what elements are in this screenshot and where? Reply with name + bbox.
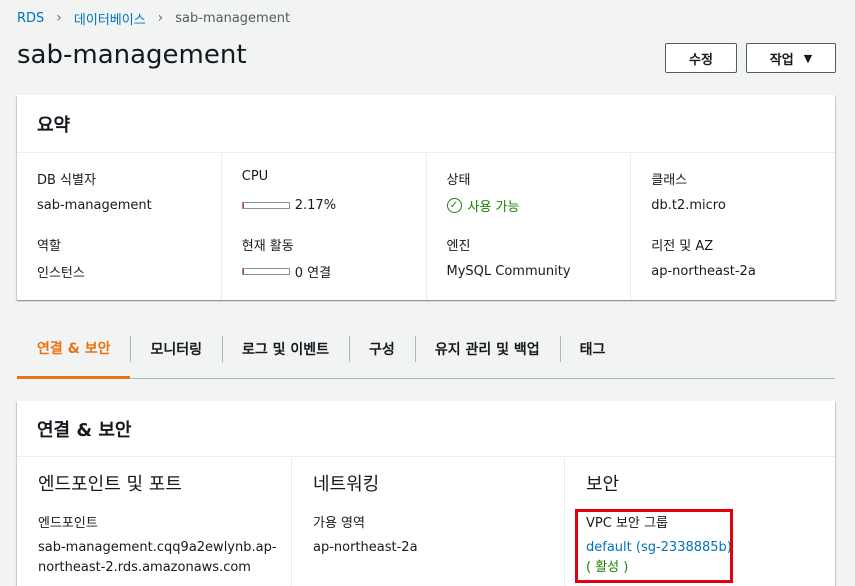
activity-bar <box>241 267 290 275</box>
status-value: ✓ 사용 가능 <box>446 195 631 215</box>
highlight-box <box>575 509 733 583</box>
role-label: 역할 <box>37 239 61 254</box>
security-section-title: 보안 <box>586 474 620 495</box>
caret-down-icon: ▼ <box>803 51 813 65</box>
activity-value-text: 0 연결 <box>294 265 332 281</box>
summary-panel: 요약 DB 식별자 sab-management 역할 인스턴스 CPU 2.1… <box>17 95 835 300</box>
activity-value: 0 연결 <box>241 261 426 281</box>
summary-col-2: CPU 2.17% 현재 활동 0 연결 <box>220 154 426 300</box>
summary-col-4: 클래스 db.t2.micro 리전 및 AZ ap-northeast-2a <box>630 154 835 300</box>
status-value-text: 사용 가능 <box>467 199 520 215</box>
db-id-value: sab-management <box>37 197 152 213</box>
tab-monitoring[interactable]: 모니터링 <box>130 320 222 378</box>
page-title: sab-management <box>17 40 247 70</box>
endpoint-value: sab-management.cqq9a2ewlynb.ap-northeast… <box>38 540 277 575</box>
actions-button-label: 작업 <box>769 52 794 68</box>
region-value: ap-northeast-2a <box>651 263 756 279</box>
region-label: 리전 및 AZ <box>651 239 714 254</box>
class-value: db.t2.micro <box>651 197 726 213</box>
tab-logs-events[interactable]: 로그 및 이벤트 <box>222 320 349 378</box>
tab-configuration[interactable]: 구성 <box>349 320 415 378</box>
activity-fill <box>242 268 244 274</box>
endpoint-label: 엔드포인트 <box>38 516 98 531</box>
edit-button[interactable]: 수정 <box>665 43 737 73</box>
network-section-title: 네트워킹 <box>313 474 380 495</box>
tab-connectivity-security[interactable]: 연결 & 보안 <box>17 320 131 379</box>
cpu-usage-bar <box>241 201 290 209</box>
activity-label: 현재 활동 <box>241 239 294 254</box>
db-id-label: DB 식별자 <box>37 173 96 188</box>
breadcrumb-current: sab-management <box>175 10 291 26</box>
edit-button-label: 수정 <box>689 52 713 68</box>
status-label: 상태 <box>446 173 471 188</box>
network-column: 네트워킹 가용 영역 ap-northeast-2a <box>291 458 564 586</box>
breadcrumb-rds[interactable]: RDS <box>17 11 44 26</box>
class-label: 클래스 <box>651 173 688 188</box>
check-circle-icon: ✓ <box>446 197 462 213</box>
engine-value: MySQL Community <box>446 263 571 279</box>
tab-maintenance-backup[interactable]: 유지 관리 및 백업 <box>414 320 560 378</box>
endpoint-section-title: 엔드포인트 및 포트 <box>38 474 182 495</box>
detail-tabs: 연결 & 보안 모니터링 로그 및 이벤트 구성 유지 관리 및 백업 태그 <box>17 320 835 379</box>
cpu-value-text: 2.17% <box>294 197 337 213</box>
breadcrumb: RDS › 데이터베이스 › sab-management <box>17 9 291 28</box>
az-label: 가용 영역 <box>313 516 365 531</box>
cpu-value: 2.17% <box>241 195 426 215</box>
az-value: ap-northeast-2a <box>313 540 418 555</box>
connectivity-title: 연결 & 보안 <box>17 401 835 457</box>
chevron-right-icon: › <box>56 10 62 26</box>
actions-dropdown-button[interactable]: 작업 ▼ <box>746 43 836 73</box>
summary-col-1: DB 식별자 sab-management 역할 인스턴스 <box>17 154 221 300</box>
engine-label: 엔진 <box>446 239 471 254</box>
role-value: 인스턴스 <box>37 265 85 281</box>
summary-title: 요약 <box>17 95 835 153</box>
tab-tags[interactable]: 태그 <box>559 320 626 378</box>
summary-col-3: 상태 ✓ 사용 가능 엔진 MySQL Community <box>425 154 631 300</box>
breadcrumb-databases[interactable]: 데이터베이스 <box>74 9 146 28</box>
cpu-label: CPU <box>241 169 269 184</box>
chevron-right-icon: › <box>157 10 164 26</box>
cpu-usage-fill <box>242 202 244 208</box>
endpoint-column: 엔드포인트 및 포트 엔드포인트 sab-management.cqq9a2ew… <box>17 458 291 586</box>
